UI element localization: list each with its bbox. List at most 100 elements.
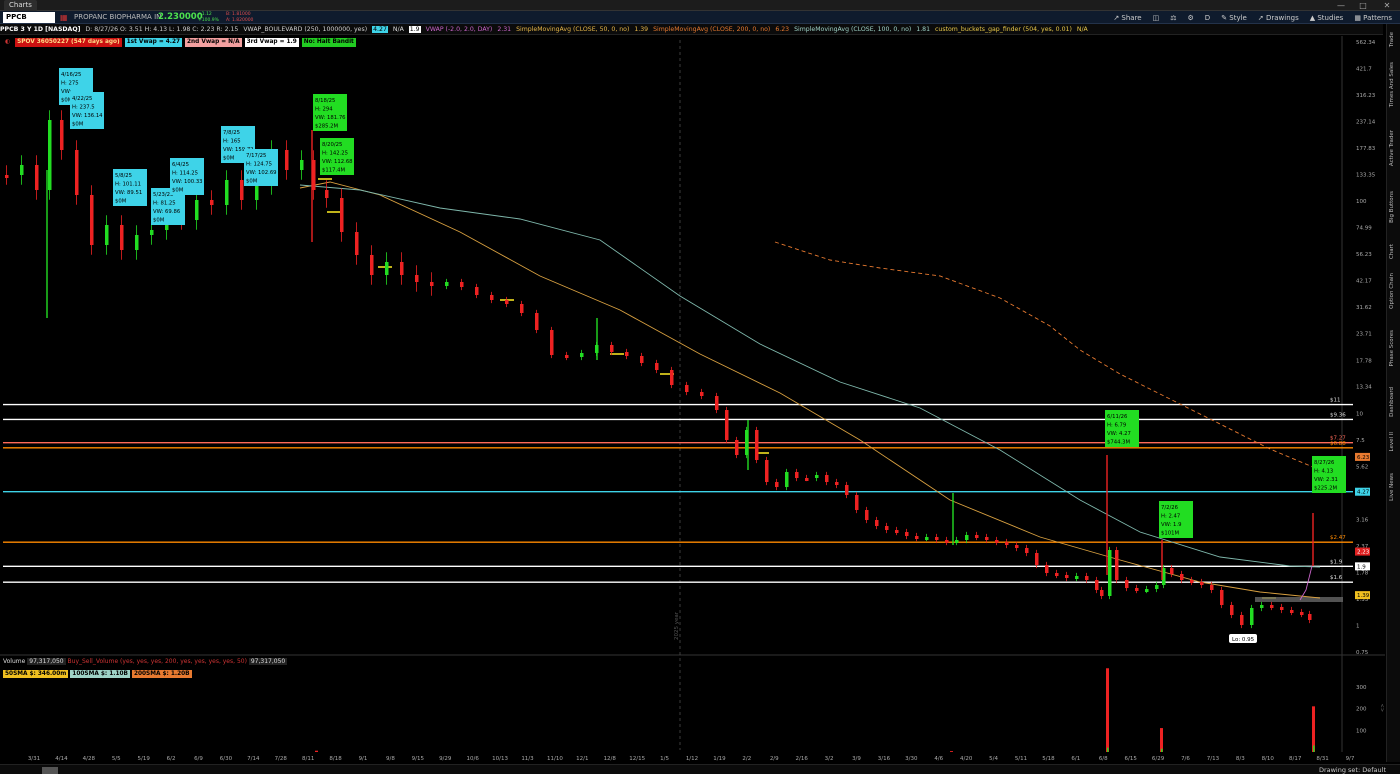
price-tick-label: 1 xyxy=(1356,623,1360,629)
price-tick-label: 1.78 xyxy=(1356,570,1369,576)
candle-body xyxy=(1065,575,1069,578)
callout-text: H: 142.25 xyxy=(322,151,348,157)
x-tick-label: 8/11 xyxy=(302,756,314,762)
callout-text: H: 124.75 xyxy=(246,162,272,168)
volume-bar-buy xyxy=(1161,748,1163,752)
volume-bar-buy xyxy=(1313,745,1315,752)
price-level-label: $9.36 xyxy=(1330,412,1346,418)
candle-body xyxy=(1250,608,1254,625)
price-chart[interactable]: 2025 year$11$9.36$7.27$6.884.27$2.47$1.9… xyxy=(0,0,1386,764)
callout-text: $0M xyxy=(246,179,258,185)
candle-body xyxy=(1270,605,1274,608)
candle-body xyxy=(48,120,52,190)
candle-body xyxy=(1085,576,1089,580)
x-tick-label: 8/3 xyxy=(1236,756,1245,762)
candle-body xyxy=(755,430,759,460)
callout-text: H: 114.25 xyxy=(172,171,198,177)
x-tick-label: 3/31 xyxy=(28,756,40,762)
x-tick-label: 6/29 xyxy=(1152,756,1165,762)
price-badge-text: 2.23 xyxy=(1357,550,1370,556)
candle-body xyxy=(735,440,739,455)
candle-body xyxy=(1210,585,1214,590)
candle-body xyxy=(1280,607,1284,610)
callout-text: VW: 181.76 xyxy=(315,115,346,121)
price-tick-label: 17.78 xyxy=(1356,358,1372,364)
candle-body xyxy=(965,535,969,540)
x-tick-label: 5/11 xyxy=(1015,756,1027,762)
volume-legend: 50SMA $: 346.00m 100SMA $: 1.10B 200SMA … xyxy=(3,670,192,678)
callout-text: 6/11/26 xyxy=(1107,414,1128,420)
sidebar-tab-big-buttons[interactable]: Big Buttons xyxy=(1389,191,1395,223)
candle-body xyxy=(75,150,79,195)
price-tick-label: 237.14 xyxy=(1356,120,1376,126)
candle-body xyxy=(785,472,789,487)
candle-body xyxy=(655,363,659,370)
candle-body xyxy=(505,300,509,304)
price-tick-label: 562.34 xyxy=(1356,40,1376,46)
sidebar-tab-times-and-sales[interactable]: Times And Sales xyxy=(1389,62,1395,107)
sidebar-tab-chart[interactable]: Chart xyxy=(1389,244,1395,259)
candle-body xyxy=(550,330,554,355)
sidebar-tab-active-trader[interactable]: Active Trader xyxy=(1389,130,1395,166)
candle-body xyxy=(825,475,829,482)
candle-body xyxy=(1015,545,1019,548)
candle-body xyxy=(60,120,64,150)
x-tick-label: 8/17 xyxy=(1289,756,1302,762)
candle-body xyxy=(935,537,939,540)
candle-body xyxy=(625,352,629,356)
volume-title: Volume 97,317,050 Buy_Sell_Volume (yes, … xyxy=(3,658,288,665)
price-tick-label: 31.62 xyxy=(1356,305,1372,311)
sidebar-tab-live-news[interactable]: Live News xyxy=(1389,473,1395,501)
x-tick-label: 6/8 xyxy=(1099,756,1108,762)
price-tick-label: 5.62 xyxy=(1356,464,1368,470)
drawing-set-label[interactable]: Drawing set: Default xyxy=(1319,765,1386,774)
high-callout: 8/27/26 H: 4.13 VW: 2.31 $225.2M xyxy=(1312,456,1346,493)
sidebar-tab-level-ii[interactable]: Level II xyxy=(1389,432,1395,452)
x-tick-label: 7/14 xyxy=(247,756,260,762)
x-tick-label: 3/16 xyxy=(878,756,891,762)
callout-text: VW: 1.9 xyxy=(1161,522,1181,528)
right-sidebar: Trade Times And Sales Active Trader Big But… xyxy=(1386,24,1400,762)
callout-text: 8/18/25 xyxy=(315,98,335,104)
callout-text: VW: 100.33 xyxy=(172,179,203,185)
candle-body xyxy=(325,190,329,198)
candle-body xyxy=(445,282,449,286)
x-tick-label: 8/31 xyxy=(1316,756,1328,762)
candle-body xyxy=(1100,590,1104,596)
chart-scrollbar[interactable]: Drawing set: Default xyxy=(0,764,1400,774)
scroll-thumb[interactable] xyxy=(42,767,58,774)
candle-body xyxy=(565,355,569,358)
low-label: Lo: 0.95 xyxy=(1229,634,1257,643)
callout-text: $101M xyxy=(1161,531,1179,537)
sidebar-tab-phase-scores[interactable]: Phase Scores xyxy=(1389,330,1395,366)
candle-body xyxy=(985,537,989,540)
x-tick-label: 9/8 xyxy=(386,756,395,762)
candle-body xyxy=(195,200,199,220)
sidebar-tab-trade[interactable]: Trade xyxy=(1389,32,1395,47)
candle-body xyxy=(955,540,959,543)
x-tick-label: 4/6 xyxy=(934,756,943,762)
sidebar-tab-option-chain[interactable]: Option Chain xyxy=(1389,273,1395,309)
callout-text: $285.2M xyxy=(315,124,339,130)
price-tick-label: 13.34 xyxy=(1356,385,1372,391)
price-tick-label: 421.7 xyxy=(1356,66,1372,72)
candle-body xyxy=(855,495,859,510)
callout-text: VW: 4.27 xyxy=(1107,431,1131,437)
candle-body xyxy=(1230,605,1234,615)
candle-body xyxy=(1300,612,1304,615)
callout-text: 8/20/25 xyxy=(322,142,342,148)
sidebar-tab-dashboard[interactable]: Dashboard xyxy=(1389,387,1395,417)
volume-bar xyxy=(315,750,318,752)
candle-body xyxy=(1220,590,1224,605)
x-tick-label: 10/6 xyxy=(466,756,479,762)
callout-text: $0M xyxy=(72,122,84,128)
candle-body xyxy=(475,287,479,295)
volume-bar xyxy=(950,751,953,752)
price-badge-text: 1.9 xyxy=(1357,564,1366,570)
candle-body xyxy=(1180,574,1184,580)
candle-body xyxy=(400,262,404,275)
x-tick-label: 5/19 xyxy=(137,756,150,762)
price-level-label: $6.88 xyxy=(1330,441,1346,447)
callout-text: $744.3M xyxy=(1107,440,1131,446)
candle-body xyxy=(1240,615,1244,625)
